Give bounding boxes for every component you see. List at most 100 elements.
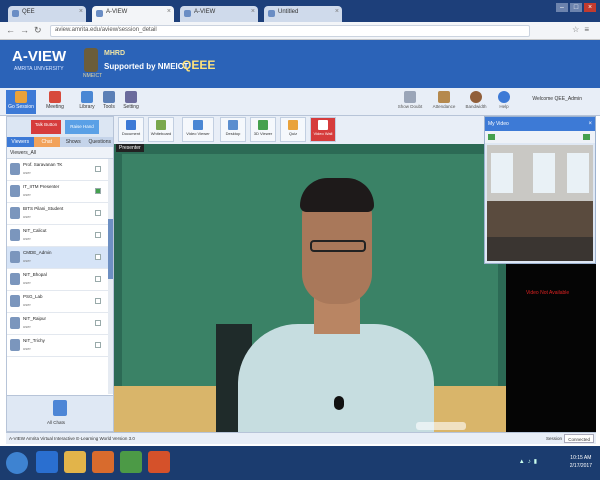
- list-item[interactable]: PSG_Lab user: [7, 291, 113, 313]
- list-item[interactable]: NIT_Calicut user: [7, 225, 113, 247]
- close-icon[interactable]: ×: [588, 117, 592, 131]
- video-wall-icon: [318, 120, 328, 130]
- presenter-torso: [238, 324, 434, 432]
- tab-shows[interactable]: Shows: [60, 137, 87, 147]
- url-input[interactable]: aview.amrita.edu/aview/session_detail: [50, 25, 530, 37]
- start-icon[interactable]: [6, 452, 28, 474]
- content-label: Document: [121, 131, 141, 136]
- chat-all-icon[interactable]: [53, 400, 67, 416]
- content-desktop-button[interactable]: Desktop: [220, 117, 246, 142]
- list-item[interactable]: NIT_Bhopal user: [7, 269, 113, 291]
- clock[interactable]: 10:15 AM 2/17/2017: [570, 454, 592, 470]
- close-tab-icon[interactable]: ×: [167, 8, 171, 15]
- user-role: user: [23, 346, 31, 351]
- maximize-icon[interactable]: □: [570, 3, 582, 12]
- toolbar-setting[interactable]: Setting: [116, 90, 146, 114]
- browser-tab-2[interactable]: A-VIEW ×: [92, 6, 174, 22]
- raise-hand-button[interactable]: Raise Hand: [65, 120, 99, 134]
- support-text: Supported by NMEICT: [104, 62, 189, 71]
- scrollbar-thumb[interactable]: [108, 219, 113, 279]
- content-document-button[interactable]: Document: [118, 117, 144, 142]
- user-checkbox[interactable]: [95, 188, 101, 194]
- tab-viewers[interactable]: Viewers: [7, 137, 34, 147]
- content-label: Quiz: [288, 131, 298, 136]
- browser-tab-4[interactable]: Untitled ×: [264, 6, 342, 22]
- forward-arrow-icon[interactable]: →: [20, 25, 29, 35]
- camera-toggle-icon[interactable]: [488, 134, 495, 140]
- tab-chat[interactable]: Chat: [33, 137, 60, 147]
- talk-button[interactable]: Talk Button: [31, 120, 61, 134]
- user-checkbox[interactable]: [95, 210, 101, 216]
- toolbar-attendance[interactable]: Attendance: [426, 90, 462, 114]
- list-item[interactable]: NIT_Trichy user: [7, 335, 113, 357]
- list-item[interactable]: BITS Pilani_Student user: [7, 203, 113, 225]
- toolbar-meeting[interactable]: Meeting: [40, 90, 70, 114]
- toolbar-help[interactable]: Help: [486, 90, 522, 114]
- window-close-icon[interactable]: ×: [584, 3, 596, 12]
- my-video-controls: [485, 131, 595, 143]
- list-item[interactable]: IT_IITM Presenter user: [7, 181, 113, 203]
- user-checkbox[interactable]: [95, 298, 101, 304]
- content-whiteboard-button[interactable]: Whiteboard: [148, 117, 174, 142]
- tab-label: A-VIEW: [194, 9, 216, 15]
- app-header: A-VIEW AMRITA UNIVERSITY NMEICT MHRD Sup…: [0, 40, 600, 88]
- system-tray-icons[interactable]: ▲♪▮: [519, 458, 540, 465]
- toolbar-go-session[interactable]: Go Session: [6, 90, 36, 114]
- window-controls: – □ ×: [554, 3, 596, 12]
- presenter-video[interactable]: [114, 144, 506, 432]
- 3d-viewer-icon: [258, 120, 268, 130]
- my-video-title: My Video: [488, 121, 509, 127]
- meeting-icon: [49, 91, 61, 103]
- user-avatar-icon: [10, 273, 20, 285]
- clock-time: 10:15 AM: [570, 455, 592, 461]
- content-label: Video Viewer: [186, 131, 210, 136]
- user-checkbox[interactable]: [95, 166, 101, 172]
- my-video-header: My Video ×: [485, 117, 595, 131]
- presenter-hair: [300, 178, 374, 212]
- reload-icon[interactable]: ↻: [34, 25, 42, 36]
- user-checkbox[interactable]: [95, 254, 101, 260]
- folder-icon[interactable]: [64, 451, 86, 473]
- user-name: Prof. Saravanan TK: [23, 162, 63, 167]
- video-controls-bar[interactable]: [416, 422, 466, 430]
- toolbar-show-doubt[interactable]: Show Doubt: [392, 90, 428, 114]
- browser-tab-1[interactable]: QEE ×: [8, 6, 86, 22]
- content-quiz-button[interactable]: Quiz: [280, 117, 306, 142]
- content-3d-viewer-button[interactable]: 3D Viewer: [250, 117, 276, 142]
- close-tab-icon[interactable]: ×: [79, 8, 83, 15]
- user-role: user: [23, 214, 31, 219]
- close-tab-icon[interactable]: ×: [251, 8, 255, 15]
- user-checkbox[interactable]: [95, 232, 101, 238]
- viewers-list-header: Viewers_All: [7, 147, 113, 159]
- chrome-icon[interactable]: [120, 451, 142, 473]
- user-checkbox[interactable]: [95, 320, 101, 326]
- user-avatar-icon: [10, 295, 20, 307]
- user-checkbox[interactable]: [95, 342, 101, 348]
- minimize-icon[interactable]: –: [556, 3, 568, 12]
- list-item[interactable]: NIT_Raipur user: [7, 313, 113, 335]
- back-arrow-icon[interactable]: ←: [6, 25, 15, 35]
- mic-toggle-icon[interactable]: [583, 134, 590, 140]
- chat-all-label: All Chats: [47, 420, 66, 425]
- user-checkbox[interactable]: [95, 276, 101, 282]
- document-icon: [126, 120, 136, 130]
- content-video-wall-button[interactable]: Video Wall: [310, 117, 336, 142]
- viewers-scrollbar[interactable]: [108, 159, 113, 394]
- tab-questions[interactable]: Questions: [87, 137, 114, 147]
- video-viewer-icon: [193, 120, 203, 130]
- tab-favicon-icon: [12, 10, 19, 17]
- tab-favicon-icon: [96, 10, 103, 17]
- classroom-desks: [487, 237, 593, 261]
- media-icon[interactable]: [92, 451, 114, 473]
- browser-tab-3[interactable]: A-VIEW ×: [180, 6, 258, 22]
- tab-label: Untitled: [278, 9, 299, 15]
- ie-icon[interactable]: [36, 451, 58, 473]
- list-item[interactable]: Prof. Saravanan TK user: [7, 159, 113, 181]
- content-video-viewer-button[interactable]: Video Viewer: [182, 117, 214, 142]
- main-toolbar: Go Session Meeting Library Tools Setting…: [0, 88, 600, 116]
- firefox-icon[interactable]: [148, 451, 170, 473]
- browser-menu-icons[interactable]: ☆≡: [572, 25, 594, 34]
- list-item[interactable]: CMDE_Admin user: [7, 247, 113, 269]
- user-avatar-icon: [10, 251, 20, 263]
- close-tab-icon[interactable]: ×: [335, 8, 339, 15]
